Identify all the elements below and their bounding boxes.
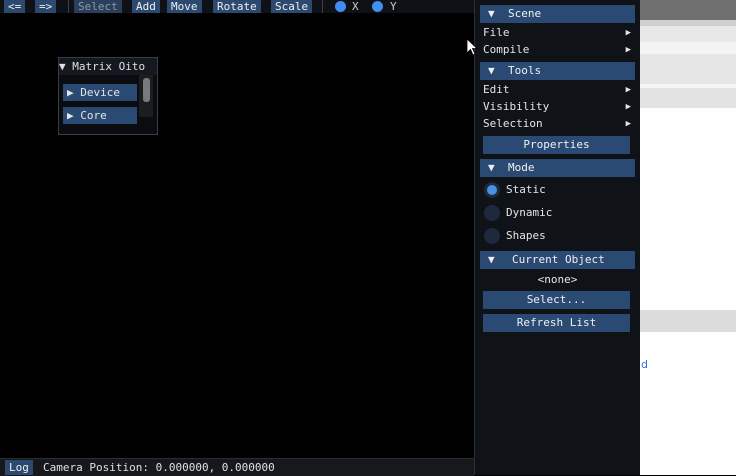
current-object-value: <none> xyxy=(537,273,578,286)
current-object-header-label: Current Object xyxy=(512,253,605,266)
tools-header-label: Tools xyxy=(508,64,542,77)
collapse-arrow-icon: ▼ xyxy=(488,7,495,20)
move-tool-button[interactable]: Move xyxy=(167,0,202,13)
mode-shapes-radio[interactable] xyxy=(484,228,500,244)
matrix-window[interactable]: ▼ Matrix Oito ▶ Device ▶ Core xyxy=(58,57,158,135)
mode-dynamic-radio[interactable] xyxy=(484,205,500,221)
mode-header-label: Mode xyxy=(508,161,535,174)
log-button[interactable]: Log xyxy=(5,460,33,475)
bg-menubar xyxy=(640,26,736,42)
forward-button[interactable]: => xyxy=(35,0,57,13)
mode-dynamic-label: Dynamic xyxy=(506,206,553,219)
top-toolbar: <= => Select Add Move Rotate Scale X Y xyxy=(0,0,474,13)
mode-header[interactable]: ▼ Mode xyxy=(480,159,635,177)
scrollbar-thumb[interactable] xyxy=(143,78,150,102)
camera-position-readout: Camera Position: 0.000000, 0.000000 xyxy=(43,461,275,474)
bg-bar xyxy=(640,310,736,332)
scene-header[interactable]: ▼ Scene xyxy=(480,5,635,23)
inspector-panel: ▼ Scene File ▶ Compile ▶ ▼ Tools Edit ▶ … xyxy=(474,0,640,475)
mode-static-label: Static xyxy=(506,183,546,196)
scene-header-label: Scene xyxy=(508,7,542,20)
add-tool-button[interactable]: Add xyxy=(132,0,160,13)
submenu-arrow-icon: ▶ xyxy=(625,85,631,95)
status-bar: Log Camera Position: 0.000000, 0.000000 xyxy=(0,458,474,476)
matrix-window-title[interactable]: ▼ Matrix Oito xyxy=(59,58,157,75)
bg-content xyxy=(640,108,736,310)
menu-edit[interactable]: Edit ▶ xyxy=(483,82,631,98)
select-tool-button[interactable]: Select xyxy=(74,0,122,13)
mode-static-radio[interactable] xyxy=(484,182,500,198)
submenu-arrow-icon: ▶ xyxy=(625,102,631,112)
rotate-tool-button[interactable]: Rotate xyxy=(213,0,261,13)
mode-shapes-label: Shapes xyxy=(506,229,546,242)
tree-node-device[interactable]: ▶ Device xyxy=(63,84,137,101)
menu-compile-label: Compile xyxy=(483,43,530,56)
toolbar-divider xyxy=(322,0,323,13)
back-button[interactable]: <= xyxy=(4,0,26,13)
tree-node-core[interactable]: ▶ Core xyxy=(63,107,137,124)
current-object-header[interactable]: ▼ Current Object xyxy=(480,251,635,269)
submenu-arrow-icon: ▶ xyxy=(625,119,631,129)
select-object-button[interactable]: Select... xyxy=(483,291,630,309)
menu-compile[interactable]: Compile ▶ xyxy=(483,42,631,58)
bg-divider xyxy=(640,42,736,54)
axis-x-radio[interactable] xyxy=(335,1,346,12)
menu-file-label: File xyxy=(483,26,510,39)
bg-link-fragment[interactable]: d xyxy=(641,358,648,371)
scale-tool-button[interactable]: Scale xyxy=(271,0,313,13)
background-window: d xyxy=(640,0,736,475)
collapse-arrow-icon: ▼ xyxy=(488,253,495,266)
axis-y-label: Y xyxy=(390,0,397,13)
menu-visibility[interactable]: Visibility ▶ xyxy=(483,99,631,115)
menu-file[interactable]: File ▶ xyxy=(483,25,631,41)
refresh-list-button[interactable]: Refresh List xyxy=(483,314,630,332)
bg-toolbar xyxy=(640,88,736,108)
menu-selection-label: Selection xyxy=(483,117,543,130)
bg-toolbar xyxy=(640,54,736,84)
axis-y-radio[interactable] xyxy=(372,1,383,12)
menu-visibility-label: Visibility xyxy=(483,100,550,113)
submenu-arrow-icon: ▶ xyxy=(625,28,631,38)
bg-titlebar xyxy=(640,0,736,20)
menu-selection[interactable]: Selection ▶ xyxy=(483,116,631,132)
tools-header[interactable]: ▼ Tools xyxy=(480,62,635,80)
collapse-arrow-icon: ▼ xyxy=(488,64,495,77)
axis-x-label: X xyxy=(352,0,359,13)
collapse-arrow-icon: ▼ xyxy=(488,161,495,174)
submenu-arrow-icon: ▶ xyxy=(625,45,631,55)
properties-button[interactable]: Properties xyxy=(483,136,630,154)
toolbar-divider xyxy=(68,0,69,13)
menu-edit-label: Edit xyxy=(483,83,510,96)
mouse-cursor-icon xyxy=(466,38,478,56)
